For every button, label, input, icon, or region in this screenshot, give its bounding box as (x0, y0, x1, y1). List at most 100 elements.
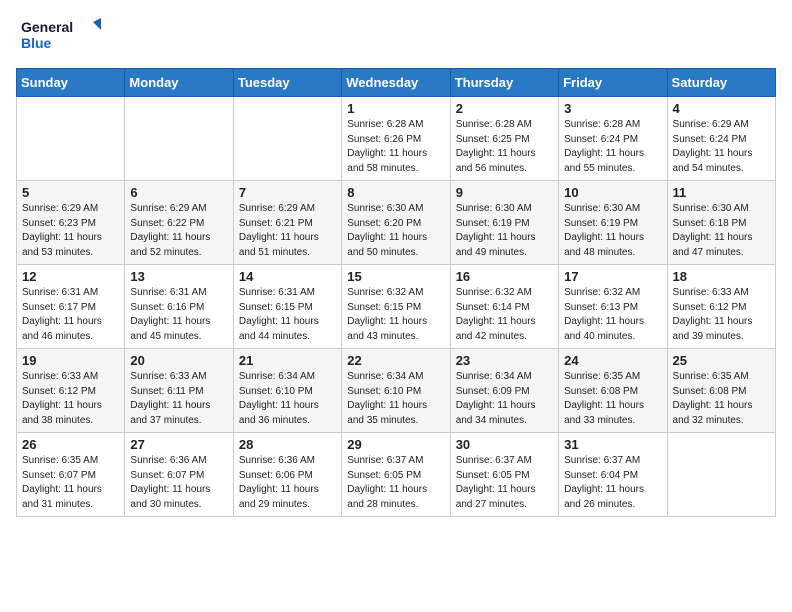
day-info: Sunrise: 6:29 AMSunset: 6:24 PMDaylight:… (673, 118, 770, 176)
calendar-cell: 9 Sunrise: 6:30 AMSunset: 6:19 PMDaylight… (450, 181, 558, 265)
calendar-cell: 17Sunrise: 6:32 AMSunset: 6:13 PMDayligh… (559, 265, 667, 349)
weekday-header-thursday: Thursday (450, 69, 558, 97)
calendar-cell: 1 Sunrise: 6:28 AMSunset: 6:26 PMDaylight… (342, 97, 450, 181)
calendar-cell (17, 97, 125, 181)
weekday-header-sunday: Sunday (17, 69, 125, 97)
day-info: Sunrise: 6:31 AMSunset: 6:15 PMDaylight:… (239, 286, 336, 344)
calendar-cell: 16 Sunrise: 6:32 AMSunset: 6:14 PMDayligh… (450, 265, 558, 349)
calendar-cell: 8 Sunrise: 6:30 AMSunset: 6:20 PMDaylight… (342, 181, 450, 265)
weekday-header-monday: Monday (125, 69, 233, 97)
calendar-table: SundayMondayTuesdayWednesdayThursdayFrid… (16, 68, 776, 517)
day-number: 7 (239, 185, 336, 200)
day-info: Sunrise: 6:32 AMSunset: 6:14 PMDaylight:… (456, 286, 553, 344)
day-number: 6 (130, 185, 227, 200)
day-info: Sunrise: 6:35 AMSunset: 6:08 PMDaylight:… (673, 370, 770, 428)
day-number: 27 (130, 437, 227, 452)
day-info: Sunrise: 6:29 AMSunset: 6:23 PMDaylight:… (22, 202, 119, 260)
calendar-cell: 27 Sunrise: 6:36 AMSunset: 6:07 PMDayligh… (125, 433, 233, 517)
calendar-cell (233, 97, 341, 181)
day-info: Sunrise: 6:30 AMSunset: 6:19 PMDaylight:… (564, 202, 661, 260)
day-info: Sunrise: 6:34 AMSunset: 6:09 PMDaylight:… (456, 370, 553, 428)
day-info: Sunrise: 6:31 AMSunset: 6:16 PMDaylight:… (130, 286, 227, 344)
day-number: 13 (130, 269, 227, 284)
calendar-cell: 28Sunrise: 6:36 AMSunset: 6:06 PMDayligh… (233, 433, 341, 517)
calendar-cell: 30 Sunrise: 6:37 AMSunset: 6:05 PMDayligh… (450, 433, 558, 517)
day-info: Sunrise: 6:37 AMSunset: 6:05 PMDaylight:… (347, 454, 444, 512)
weekday-header-row: SundayMondayTuesdayWednesdayThursdayFrid… (17, 69, 776, 97)
calendar-cell: 20 Sunrise: 6:33 AMSunset: 6:11 PMDayligh… (125, 349, 233, 433)
day-number: 14 (239, 269, 336, 284)
calendar-cell: 12 Sunrise: 6:31 AMSunset: 6:17 PMDayligh… (17, 265, 125, 349)
day-info: Sunrise: 6:29 AMSunset: 6:21 PMDaylight:… (239, 202, 336, 260)
calendar-week-1: 1 Sunrise: 6:28 AMSunset: 6:26 PMDaylight… (17, 97, 776, 181)
weekday-header-saturday: Saturday (667, 69, 775, 97)
day-number: 15 (347, 269, 444, 284)
day-info: Sunrise: 6:36 AMSunset: 6:07 PMDaylight:… (130, 454, 227, 512)
page-header: General Blue (16, 16, 776, 56)
day-info: Sunrise: 6:35 AMSunset: 6:07 PMDaylight:… (22, 454, 119, 512)
day-info: Sunrise: 6:35 AMSunset: 6:08 PMDaylight:… (564, 370, 661, 428)
calendar-cell: 18Sunrise: 6:33 AMSunset: 6:12 PMDayligh… (667, 265, 775, 349)
day-info: Sunrise: 6:32 AMSunset: 6:13 PMDaylight:… (564, 286, 661, 344)
day-number: 2 (456, 101, 553, 116)
svg-text:General: General (21, 19, 73, 35)
logo: General Blue (16, 16, 106, 56)
day-info: Sunrise: 6:33 AMSunset: 6:12 PMDaylight:… (22, 370, 119, 428)
day-number: 22 (347, 353, 444, 368)
calendar-week-3: 12 Sunrise: 6:31 AMSunset: 6:17 PMDayligh… (17, 265, 776, 349)
day-number: 8 (347, 185, 444, 200)
day-info: Sunrise: 6:30 AMSunset: 6:18 PMDaylight:… (673, 202, 770, 260)
day-info: Sunrise: 6:34 AMSunset: 6:10 PMDaylight:… (239, 370, 336, 428)
day-info: Sunrise: 6:29 AMSunset: 6:22 PMDaylight:… (130, 202, 227, 260)
calendar-cell: 23 Sunrise: 6:34 AMSunset: 6:09 PMDayligh… (450, 349, 558, 433)
calendar-cell: 22 Sunrise: 6:34 AMSunset: 6:10 PMDayligh… (342, 349, 450, 433)
day-number: 26 (22, 437, 119, 452)
calendar-cell: 5 Sunrise: 6:29 AMSunset: 6:23 PMDaylight… (17, 181, 125, 265)
day-number: 9 (456, 185, 553, 200)
day-number: 1 (347, 101, 444, 116)
day-number: 23 (456, 353, 553, 368)
day-number: 25 (673, 353, 770, 368)
day-info: Sunrise: 6:37 AMSunset: 6:05 PMDaylight:… (456, 454, 553, 512)
day-info: Sunrise: 6:32 AMSunset: 6:15 PMDaylight:… (347, 286, 444, 344)
calendar-cell: 3Sunrise: 6:28 AMSunset: 6:24 PMDaylight… (559, 97, 667, 181)
calendar-cell: 19Sunrise: 6:33 AMSunset: 6:12 PMDayligh… (17, 349, 125, 433)
calendar-cell: 4 Sunrise: 6:29 AMSunset: 6:24 PMDaylight… (667, 97, 775, 181)
day-info: Sunrise: 6:31 AMSunset: 6:17 PMDaylight:… (22, 286, 119, 344)
day-number: 31 (564, 437, 661, 452)
day-info: Sunrise: 6:30 AMSunset: 6:20 PMDaylight:… (347, 202, 444, 260)
calendar-week-4: 19Sunrise: 6:33 AMSunset: 6:12 PMDayligh… (17, 349, 776, 433)
day-number: 21 (239, 353, 336, 368)
calendar-cell (667, 433, 775, 517)
day-number: 30 (456, 437, 553, 452)
calendar-cell: 31Sunrise: 6:37 AMSunset: 6:04 PMDayligh… (559, 433, 667, 517)
calendar-cell: 26 Sunrise: 6:35 AMSunset: 6:07 PMDayligh… (17, 433, 125, 517)
day-number: 4 (673, 101, 770, 116)
calendar-cell: 11 Sunrise: 6:30 AMSunset: 6:18 PMDayligh… (667, 181, 775, 265)
calendar-cell: 6 Sunrise: 6:29 AMSunset: 6:22 PMDaylight… (125, 181, 233, 265)
calendar-cell: 24Sunrise: 6:35 AMSunset: 6:08 PMDayligh… (559, 349, 667, 433)
day-number: 18 (673, 269, 770, 284)
calendar-cell (125, 97, 233, 181)
day-info: Sunrise: 6:33 AMSunset: 6:11 PMDaylight:… (130, 370, 227, 428)
calendar-cell: 2Sunrise: 6:28 AMSunset: 6:25 PMDaylight… (450, 97, 558, 181)
calendar-cell: 15 Sunrise: 6:32 AMSunset: 6:15 PMDayligh… (342, 265, 450, 349)
day-info: Sunrise: 6:28 AMSunset: 6:24 PMDaylight:… (564, 118, 661, 176)
day-info: Sunrise: 6:30 AMSunset: 6:19 PMDaylight:… (456, 202, 553, 260)
calendar-week-5: 26 Sunrise: 6:35 AMSunset: 6:07 PMDayligh… (17, 433, 776, 517)
day-info: Sunrise: 6:28 AMSunset: 6:26 PMDaylight:… (347, 118, 444, 176)
day-number: 29 (347, 437, 444, 452)
day-number: 10 (564, 185, 661, 200)
day-number: 5 (22, 185, 119, 200)
day-info: Sunrise: 6:34 AMSunset: 6:10 PMDaylight:… (347, 370, 444, 428)
calendar-cell: 21 Sunrise: 6:34 AMSunset: 6:10 PMDayligh… (233, 349, 341, 433)
weekday-header-friday: Friday (559, 69, 667, 97)
day-number: 12 (22, 269, 119, 284)
calendar-cell: 13 Sunrise: 6:31 AMSunset: 6:16 PMDayligh… (125, 265, 233, 349)
day-number: 16 (456, 269, 553, 284)
weekday-header-wednesday: Wednesday (342, 69, 450, 97)
calendar-cell: 10 Sunrise: 6:30 AMSunset: 6:19 PMDayligh… (559, 181, 667, 265)
day-number: 20 (130, 353, 227, 368)
day-number: 11 (673, 185, 770, 200)
calendar-week-2: 5 Sunrise: 6:29 AMSunset: 6:23 PMDaylight… (17, 181, 776, 265)
